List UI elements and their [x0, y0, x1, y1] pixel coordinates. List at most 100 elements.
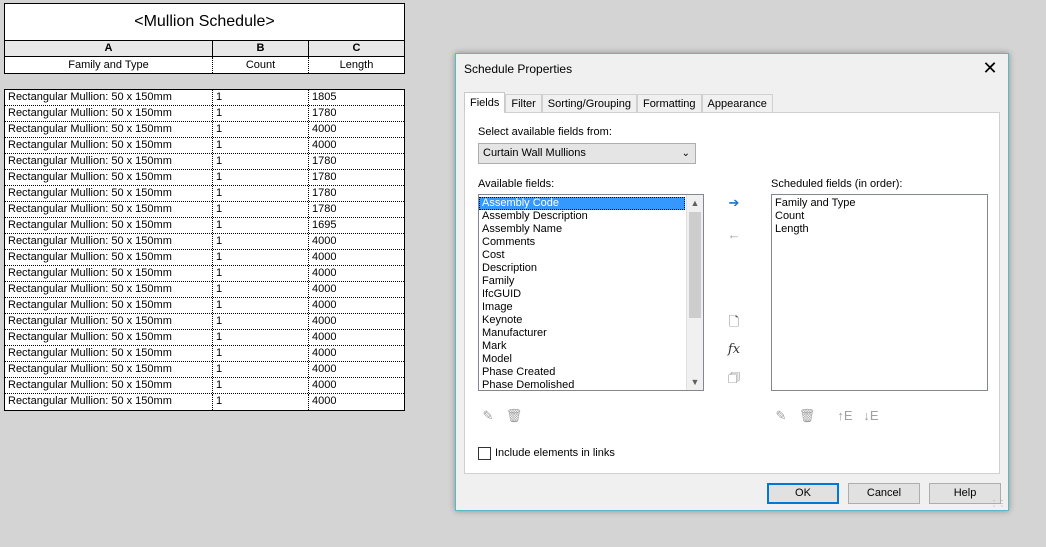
cell-family-and-type[interactable]: Rectangular Mullion: 50 x 150mm	[5, 346, 213, 361]
list-item[interactable]: Mark	[479, 340, 685, 353]
list-item[interactable]: Assembly Name	[479, 223, 685, 236]
cell-length[interactable]: 4000	[309, 314, 404, 329]
list-item[interactable]: Description	[479, 262, 685, 275]
new-parameter-icon[interactable]: 🗋	[725, 313, 743, 331]
cancel-button[interactable]: Cancel	[848, 483, 920, 504]
tab-filter[interactable]: Filter	[505, 94, 542, 113]
cell-count[interactable]: 1	[213, 170, 309, 185]
cell-family-and-type[interactable]: Rectangular Mullion: 50 x 150mm	[5, 122, 213, 137]
table-row[interactable]: Rectangular Mullion: 50 x 150mm 1 1805	[5, 90, 404, 106]
list-item[interactable]: IfcGUID	[479, 288, 685, 301]
cell-count[interactable]: 1	[213, 378, 309, 393]
list-item[interactable]: Assembly Code	[479, 197, 685, 210]
scroll-down-icon[interactable]: ▼	[687, 374, 703, 390]
cell-family-and-type[interactable]: Rectangular Mullion: 50 x 150mm	[5, 90, 213, 105]
cell-family-and-type[interactable]: Rectangular Mullion: 50 x 150mm	[5, 282, 213, 297]
tab-sorting-grouping[interactable]: Sorting/Grouping	[541, 94, 637, 113]
cell-count[interactable]: 1	[213, 154, 309, 169]
cell-length[interactable]: 1780	[309, 202, 404, 217]
cell-count[interactable]: 1	[213, 394, 309, 410]
list-item[interactable]: Image	[479, 301, 685, 314]
cell-length[interactable]: 1780	[309, 154, 404, 169]
table-row[interactable]: Rectangular Mullion: 50 x 150mm 1 1695	[5, 218, 404, 234]
cell-count[interactable]: 1	[213, 186, 309, 201]
table-row[interactable]: Rectangular Mullion: 50 x 150mm 1 4000	[5, 266, 404, 282]
cell-length[interactable]: 4000	[309, 394, 404, 410]
column-letter-c[interactable]: C	[309, 41, 404, 56]
cell-length[interactable]: 1805	[309, 90, 404, 105]
table-row[interactable]: Rectangular Mullion: 50 x 150mm 1 4000	[5, 314, 404, 330]
cell-length[interactable]: 4000	[309, 362, 404, 377]
cell-family-and-type[interactable]: Rectangular Mullion: 50 x 150mm	[5, 378, 213, 393]
cell-family-and-type[interactable]: Rectangular Mullion: 50 x 150mm	[5, 266, 213, 281]
add-parameter-icon[interactable]: ➔	[725, 194, 743, 212]
table-row[interactable]: Rectangular Mullion: 50 x 150mm 1 4000	[5, 346, 404, 362]
move-down-icon[interactable]: ↓E	[862, 407, 880, 425]
header-length[interactable]: Length	[309, 57, 404, 73]
table-row[interactable]: Rectangular Mullion: 50 x 150mm 1 4000	[5, 122, 404, 138]
list-item[interactable]: Keynote	[479, 314, 685, 327]
list-item[interactable]: Family	[479, 275, 685, 288]
header-count[interactable]: Count	[213, 57, 309, 73]
cell-length[interactable]: 1780	[309, 186, 404, 201]
combine-parameters-icon[interactable]: 🗇	[725, 369, 743, 387]
table-row[interactable]: Rectangular Mullion: 50 x 150mm 1 1780	[5, 202, 404, 218]
list-item[interactable]: Model	[479, 353, 685, 366]
cell-count[interactable]: 1	[213, 298, 309, 313]
delete-parameter-icon[interactable]: 🗑	[505, 407, 523, 425]
column-letter-b[interactable]: B	[213, 41, 309, 56]
cell-length[interactable]: 4000	[309, 346, 404, 361]
cell-count[interactable]: 1	[213, 266, 309, 281]
cell-family-and-type[interactable]: Rectangular Mullion: 50 x 150mm	[5, 234, 213, 249]
cell-family-and-type[interactable]: Rectangular Mullion: 50 x 150mm	[5, 250, 213, 265]
cell-family-and-type[interactable]: Rectangular Mullion: 50 x 150mm	[5, 106, 213, 121]
cell-length[interactable]: 4000	[309, 378, 404, 393]
cell-family-and-type[interactable]: Rectangular Mullion: 50 x 150mm	[5, 186, 213, 201]
list-item[interactable]: Length	[772, 223, 987, 236]
cell-family-and-type[interactable]: Rectangular Mullion: 50 x 150mm	[5, 154, 213, 169]
header-family-and-type[interactable]: Family and Type	[5, 57, 213, 73]
list-item[interactable]: Assembly Description	[479, 210, 685, 223]
cell-length[interactable]: 4000	[309, 234, 404, 249]
table-row[interactable]: Rectangular Mullion: 50 x 150mm 1 4000	[5, 282, 404, 298]
cell-count[interactable]: 1	[213, 346, 309, 361]
cell-length[interactable]: 1780	[309, 106, 404, 121]
table-row[interactable]: Rectangular Mullion: 50 x 150mm 1 4000	[5, 138, 404, 154]
cell-count[interactable]: 1	[213, 218, 309, 233]
cell-length[interactable]: 1695	[309, 218, 404, 233]
edit-parameter-icon[interactable]: ✎	[479, 407, 497, 425]
cell-family-and-type[interactable]: Rectangular Mullion: 50 x 150mm	[5, 394, 213, 410]
cell-length[interactable]: 4000	[309, 266, 404, 281]
cell-length[interactable]: 4000	[309, 122, 404, 137]
cell-family-and-type[interactable]: Rectangular Mullion: 50 x 150mm	[5, 298, 213, 313]
include-links-checkbox[interactable]	[478, 447, 491, 460]
table-row[interactable]: Rectangular Mullion: 50 x 150mm 1 1780	[5, 106, 404, 122]
table-row[interactable]: Rectangular Mullion: 50 x 150mm 1 4000	[5, 298, 404, 314]
cell-family-and-type[interactable]: Rectangular Mullion: 50 x 150mm	[5, 170, 213, 185]
cell-count[interactable]: 1	[213, 122, 309, 137]
cell-count[interactable]: 1	[213, 250, 309, 265]
remove-parameter-icon[interactable]: ←	[725, 226, 743, 244]
table-row[interactable]: Rectangular Mullion: 50 x 150mm 1 4000	[5, 330, 404, 346]
cell-length[interactable]: 4000	[309, 298, 404, 313]
available-fields-list[interactable]: Assembly Code Assembly Description Assembl…	[478, 194, 704, 391]
cell-count[interactable]: 1	[213, 202, 309, 217]
cell-family-and-type[interactable]: Rectangular Mullion: 50 x 150mm	[5, 138, 213, 153]
cell-count[interactable]: 1	[213, 234, 309, 249]
tab-appearance[interactable]: Appearance	[701, 94, 773, 113]
table-row[interactable]: Rectangular Mullion: 50 x 150mm 1 4000	[5, 234, 404, 250]
list-item[interactable]: Count	[772, 210, 987, 223]
cell-family-and-type[interactable]: Rectangular Mullion: 50 x 150mm	[5, 202, 213, 217]
cell-family-and-type[interactable]: Rectangular Mullion: 50 x 150mm	[5, 314, 213, 329]
scroll-up-icon[interactable]: ▲	[687, 195, 703, 211]
cell-count[interactable]: 1	[213, 106, 309, 121]
cell-length[interactable]: 4000	[309, 282, 404, 297]
list-item[interactable]: Cost	[479, 249, 685, 262]
cell-length[interactable]: 4000	[309, 330, 404, 345]
available-fields-scrollbar[interactable]: ▲ ▼	[686, 195, 703, 390]
table-row[interactable]: Rectangular Mullion: 50 x 150mm 1 1780	[5, 186, 404, 202]
category-select[interactable]: Curtain Wall Mullions ⌄	[478, 143, 696, 164]
edit-parameter-icon[interactable]: ✎	[772, 407, 790, 425]
table-row[interactable]: Rectangular Mullion: 50 x 150mm 1 4000	[5, 362, 404, 378]
scheduled-fields-list[interactable]: Family and Type Count Length	[771, 194, 988, 391]
